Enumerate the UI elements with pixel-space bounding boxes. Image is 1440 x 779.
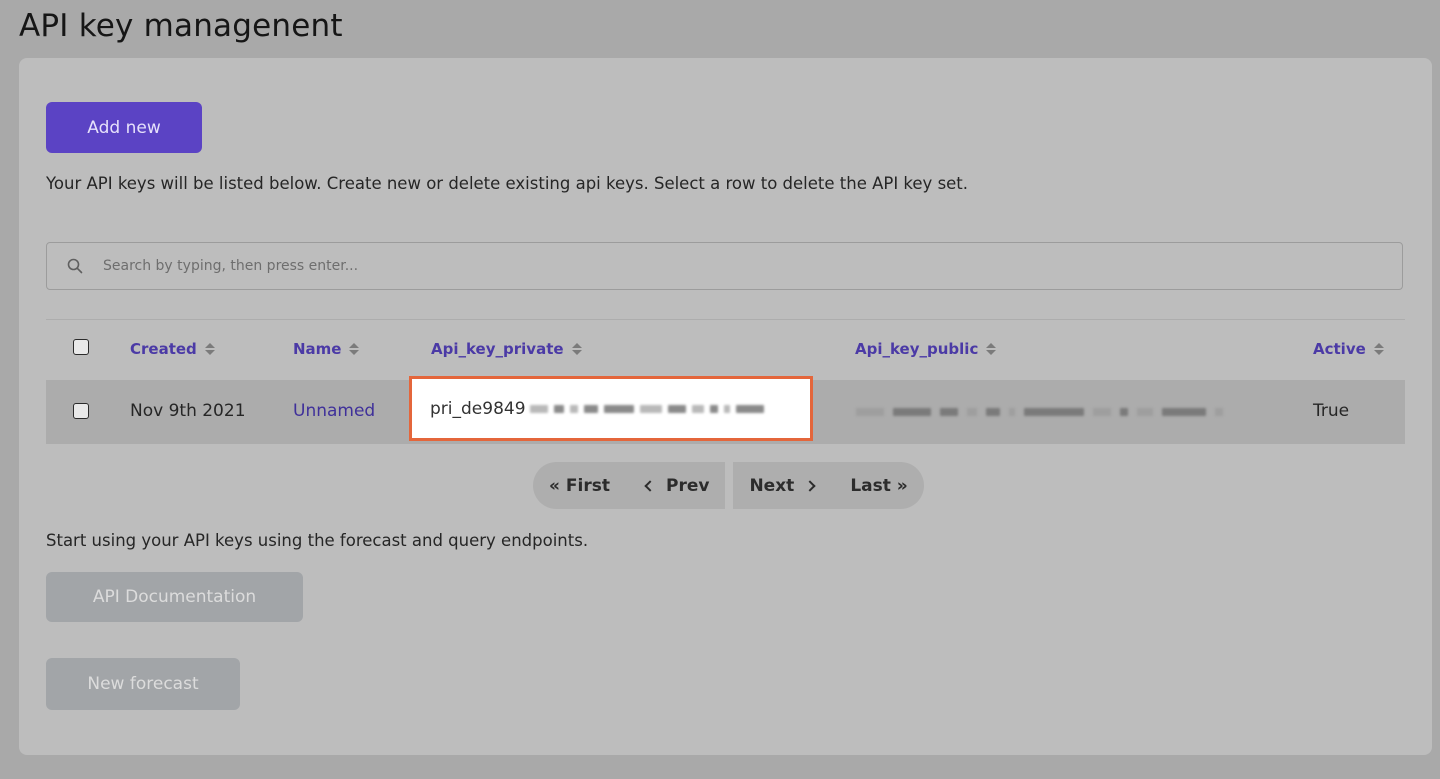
search-input[interactable] [101,242,1402,290]
first-page-button[interactable]: « First [549,476,610,496]
prev-label: Prev [665,475,710,496]
api-key-public-cell [856,408,1223,416]
page-title: API key managenent [19,8,343,44]
pagination-back-group: « First Prev [533,462,726,509]
column-label: Name [293,340,342,358]
add-new-button[interactable]: Add new [46,102,202,153]
api-documentation-button[interactable]: API Documentation [46,572,303,622]
chevron-left-icon [644,479,656,492]
next-page-button[interactable]: Next [749,475,816,496]
sort-icon [349,343,360,355]
search-icon [67,258,83,274]
column-label: Created [130,340,197,358]
created-cell: Nov 9th 2021 [130,401,246,421]
prev-page-button[interactable]: Prev [644,475,710,496]
api-key-private-cell: pri_de9849 [430,398,526,419]
sort-icon [986,343,997,355]
column-header-created[interactable]: Created [130,340,215,358]
sort-icon [1373,343,1384,355]
api-key-private-highlight: pri_de9849 [409,376,813,441]
sort-icon [571,343,582,355]
column-header-active[interactable]: Active [1313,340,1384,358]
api-keys-table: Created Name Api_key_private Api_key_pub… [46,319,1405,444]
column-label: Api_key_private [431,340,564,358]
redacted-key-blur [529,404,764,413]
column-header-api-key-private[interactable]: Api_key_private [431,340,582,358]
column-label: Api_key_public [855,340,979,358]
api-key-card: Add new Your API keys will be listed bel… [19,58,1432,755]
column-header-api-key-public[interactable]: Api_key_public [855,340,997,358]
last-page-button[interactable]: Last » [850,476,907,496]
table-row[interactable]: Nov 9th 2021 Unnamed pri_de9849 True [46,376,1405,444]
column-header-name[interactable]: Name [293,340,360,358]
active-cell: True [1313,401,1350,421]
new-forecast-button[interactable]: New forecast [46,658,240,710]
chevron-right-icon [804,479,816,492]
intro-text: Your API keys will be listed below. Crea… [46,174,969,193]
row-checkbox[interactable] [73,403,89,419]
search-bar [46,242,1403,290]
column-label: Active [1313,340,1366,358]
outro-text: Start using your API keys using the fore… [46,531,589,550]
pagination-forward-group: Next Last » [733,462,924,509]
select-all-checkbox[interactable] [73,339,89,355]
page: API key managenent Add new Your API keys… [0,0,1440,779]
next-label: Next [749,475,795,496]
name-cell[interactable]: Unnamed [293,401,375,421]
sort-icon [204,343,215,355]
table-header: Created Name Api_key_private Api_key_pub… [46,319,1405,380]
pagination: « First Prev Next Last » [533,462,924,509]
